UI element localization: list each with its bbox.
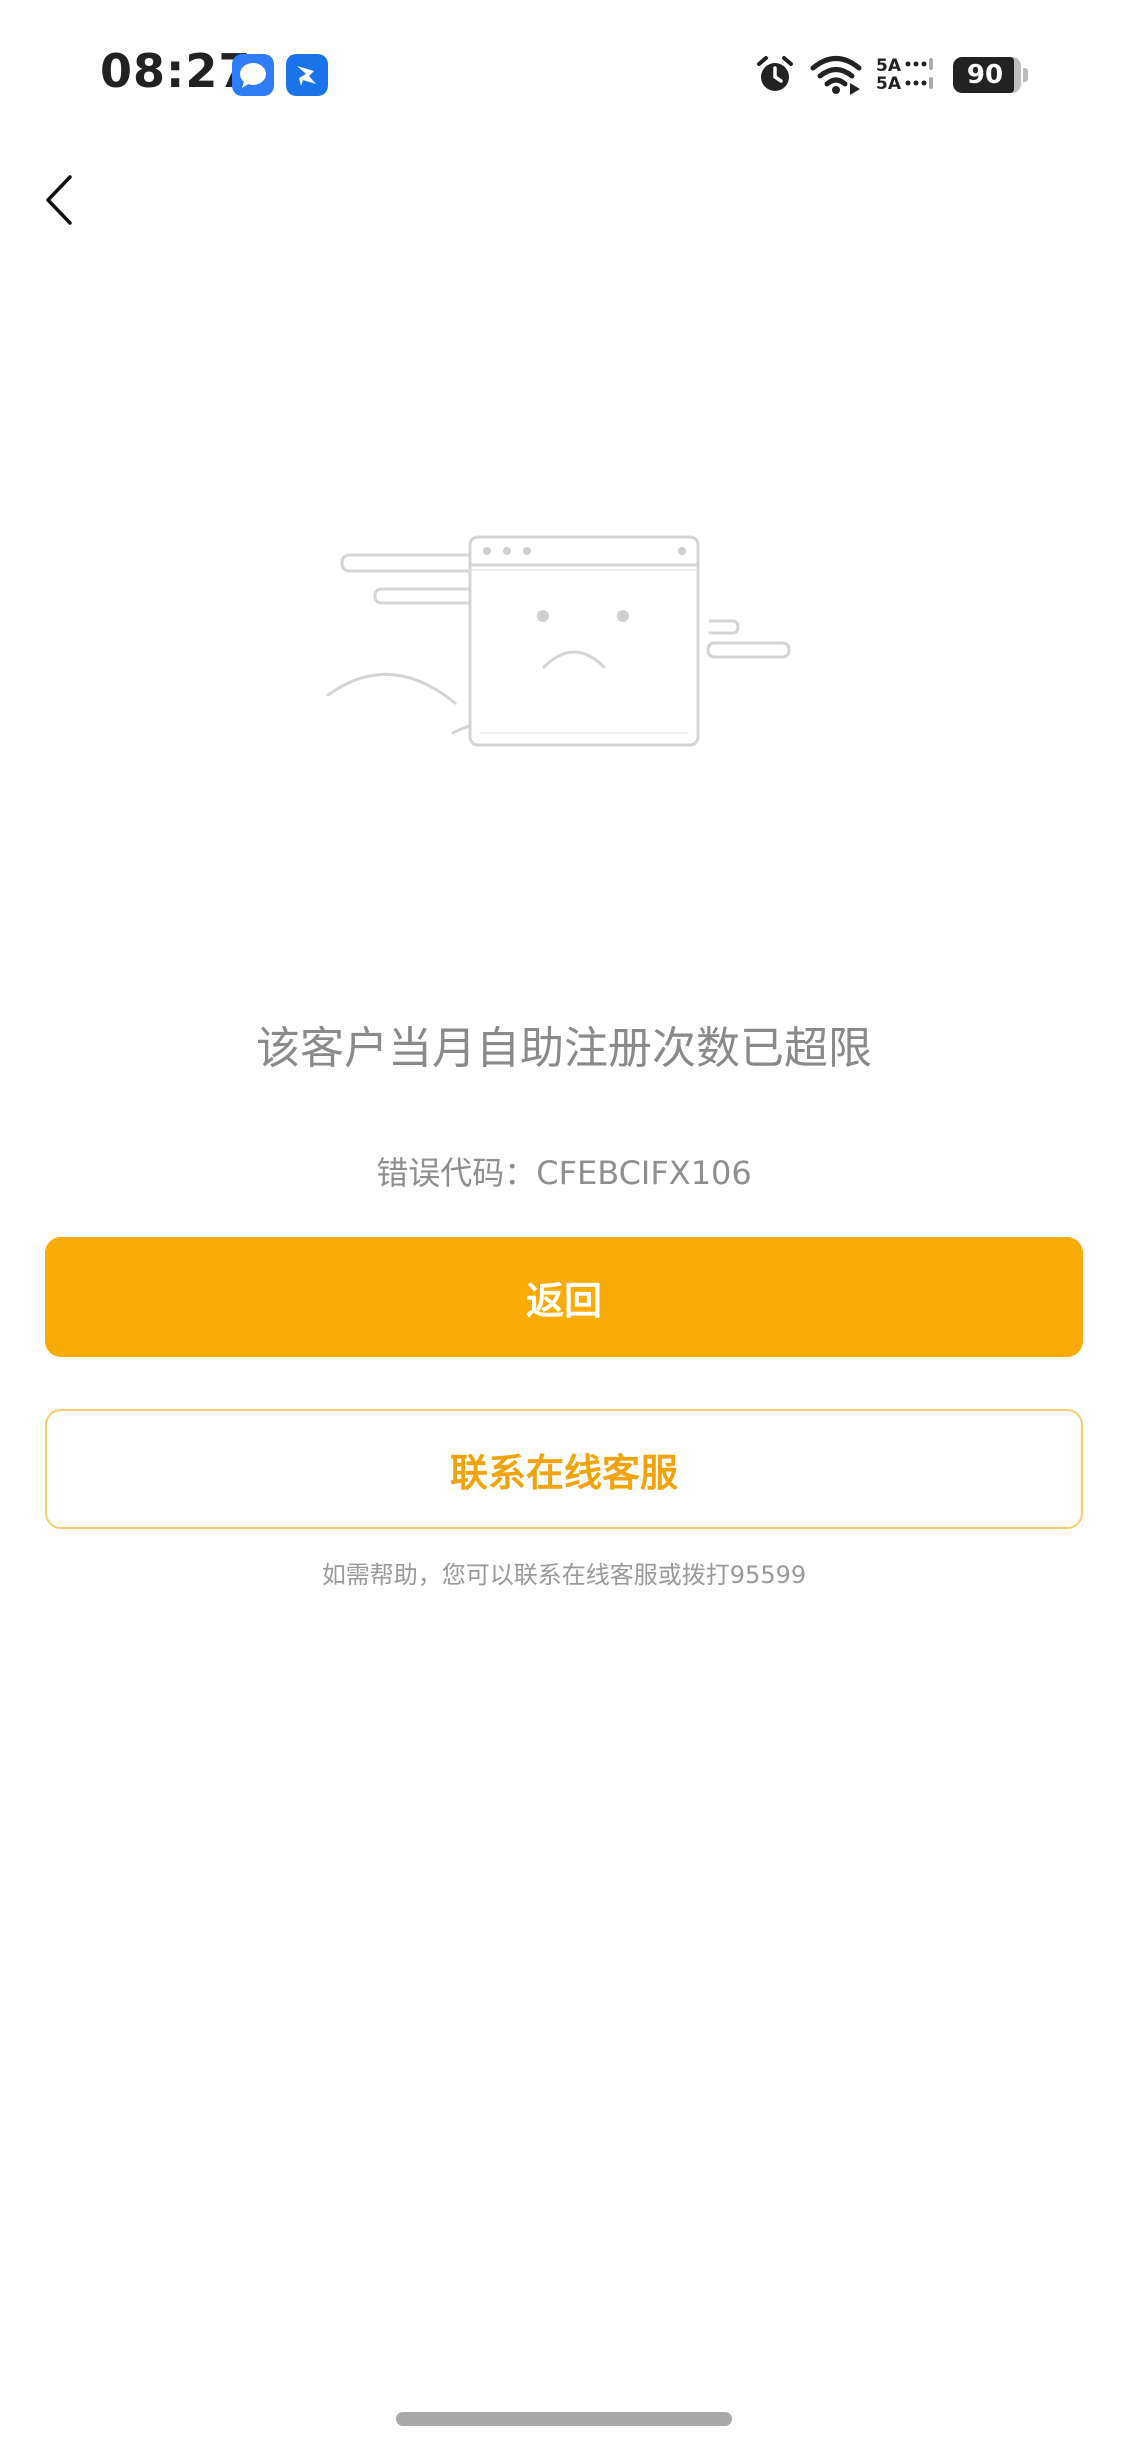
status-bar: 08:27 5A 5A 90 [0,0,1128,150]
network-type-1: 5A [876,56,901,76]
alarm-icon [757,56,793,91]
cellular-signal: 5A 5A [876,56,939,94]
back-button[interactable] [30,165,100,235]
chevron-left-icon [46,175,72,225]
status-icons: 5A 5A 90 [754,50,1028,100]
home-indicator[interactable] [396,2412,732,2426]
battery-tip [1023,68,1028,82]
wifi-icon [810,56,862,95]
status-time: 08:27 [100,44,252,98]
error-title: 该客户当月自助注册次数已超限 [256,1023,872,1074]
message-app-icon [232,54,274,96]
return-button[interactable]: 返回 [45,1237,1083,1357]
contact-online-service-button[interactable]: 联系在线客服 [45,1409,1083,1529]
sad-browser-window-illustration [326,535,791,747]
battery-icon: 90 [953,57,1021,93]
battery-level: 90 [966,60,1004,90]
help-text: 如需帮助，您可以联系在线客服或拨打95599 [321,1561,807,1589]
network-type-2: 5A [876,74,901,94]
cellular-signal-icon [905,58,933,89]
feishu-app-icon [286,54,328,96]
error-code: 错误代码：CFEBCIFX106 [376,1154,752,1192]
